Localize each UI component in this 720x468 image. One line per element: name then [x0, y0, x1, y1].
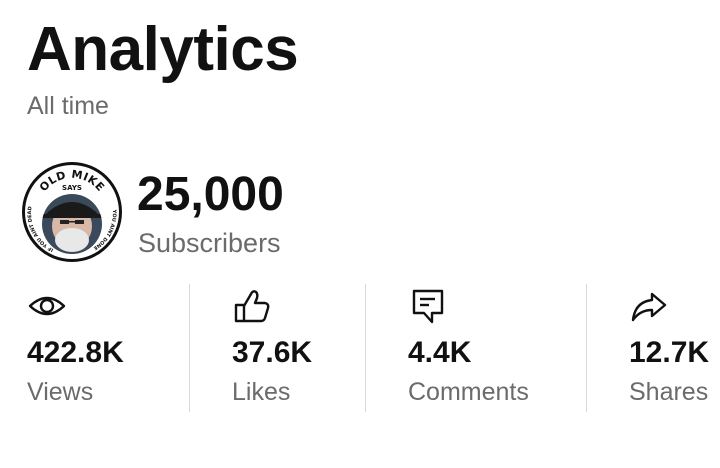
stat-value: 422.8K [27, 336, 124, 369]
stat-label: Shares [629, 378, 709, 406]
share-icon [629, 286, 669, 326]
analytics-page: Analytics All time OLD MIKE SAYS IF YOU … [0, 0, 720, 468]
channel-avatar[interactable]: OLD MIKE SAYS IF YOU AINT DEAD YOU AINT … [22, 162, 122, 262]
page-title: Analytics [27, 15, 299, 84]
eye-icon [27, 286, 67, 326]
divider [365, 284, 366, 412]
thumbs-up-icon [232, 286, 272, 326]
avatar-image: OLD MIKE SAYS IF YOU AINT DEAD YOU AINT … [23, 163, 121, 261]
divider [189, 284, 190, 412]
comment-icon [408, 286, 448, 326]
time-period-label[interactable]: All time [27, 90, 109, 122]
divider [586, 284, 587, 412]
avatar-text-mid: SAYS [62, 184, 82, 192]
stat-label: Views [27, 378, 94, 406]
stat-label: Likes [232, 378, 291, 406]
stats-row: 422.8K Views 37.6K Likes 4.4K Comments 1… [0, 282, 720, 414]
stat-label: Comments [408, 378, 529, 406]
subscriber-count: 25,000 [137, 168, 284, 221]
subscriber-label: Subscribers [138, 228, 281, 258]
stat-value: 12.7K [629, 336, 710, 369]
stat-value: 4.4K [408, 336, 472, 369]
stat-value: 37.6K [232, 336, 313, 369]
